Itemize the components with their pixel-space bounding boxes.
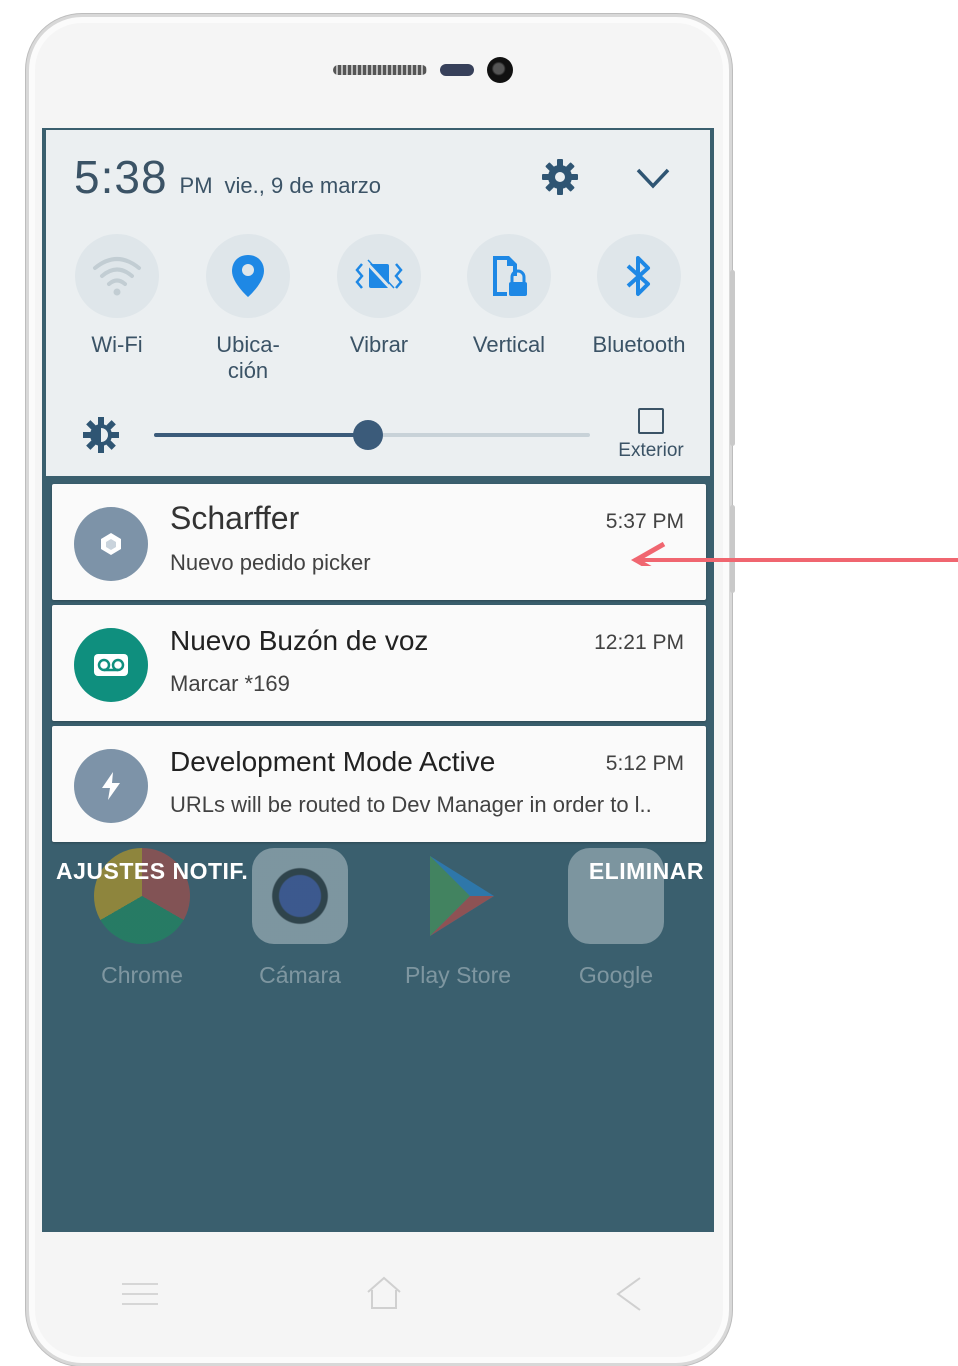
- brightness-row: Exterior: [46, 400, 710, 470]
- brightness-fill: [154, 433, 368, 437]
- voicemail-icon: [94, 654, 128, 676]
- notification-icon: [74, 507, 148, 581]
- notification-title: Scharffer: [170, 500, 300, 536]
- brightness-icon: [83, 417, 119, 453]
- tile-circle: [337, 234, 421, 318]
- annotation-arrow-icon: [630, 541, 958, 566]
- notification-time: 12:21 PM: [594, 631, 684, 654]
- volume-button: [730, 270, 735, 446]
- tile-label: Bluetooth: [592, 332, 686, 357]
- settings-gear-icon[interactable]: [540, 157, 580, 197]
- tile-wifi[interactable]: Wi-Fi: [52, 234, 182, 358]
- status-header: 5:38 PM vie., 9 de marzo: [74, 150, 381, 206]
- app-label: Google: [578, 962, 654, 988]
- clock-time[interactable]: 5:38: [74, 150, 168, 204]
- app-label: Chrome: [101, 962, 183, 988]
- screen: Chrome Cámara Play Store Google 5:38 PM …: [42, 128, 714, 1232]
- notification-title: Development Mode Active: [170, 746, 496, 777]
- notification-actions: AJUSTES NOTIF. ELIMINAR: [42, 858, 714, 898]
- tile-label: Wi-Fi: [91, 332, 143, 357]
- chevron-down-icon[interactable]: [634, 164, 672, 192]
- date-label[interactable]: vie., 9 de marzo: [225, 173, 382, 199]
- navigation-bar: [42, 1234, 714, 1354]
- wifi-icon: [93, 257, 141, 296]
- app-label: Play Store: [404, 962, 512, 988]
- tile-location[interactable]: Ubica- ción: [183, 234, 313, 384]
- notification-scharffer[interactable]: Scharffer 5:37 PM Nuevo pedido picker: [52, 484, 706, 600]
- notification-dev-mode[interactable]: Development Mode Active 5:12 PM URLs wil…: [52, 726, 706, 842]
- tile-circle: [75, 234, 159, 318]
- location-icon: [232, 255, 264, 297]
- auto-brightness-checkbox[interactable]: [638, 408, 664, 434]
- lightning-bolt-icon: [102, 772, 120, 800]
- app-label: Cámara: [259, 962, 341, 988]
- quick-tiles: Wi-Fi Ubica- ción Vibrar Vertical Blueto…: [46, 234, 710, 394]
- tile-label: Vertical: [472, 332, 546, 357]
- earpiece-speaker: [333, 65, 427, 75]
- notification-time: 5:12 PM: [605, 752, 684, 775]
- tile-label: Vibrar: [349, 332, 409, 357]
- notification-text: Nuevo pedido picker: [170, 550, 371, 575]
- app-hexagon-icon: [101, 533, 121, 555]
- clear-all-button[interactable]: ELIMINAR: [589, 858, 704, 885]
- tile-circle: [206, 234, 290, 318]
- front-camera: [487, 57, 513, 83]
- home-icon[interactable]: [362, 1274, 406, 1314]
- brightness-thumb[interactable]: [352, 420, 383, 450]
- tile-rotation[interactable]: Vertical: [444, 234, 574, 358]
- notification-settings-button[interactable]: AJUSTES NOTIF.: [56, 858, 248, 885]
- rotation-lock-icon: [493, 256, 527, 296]
- tile-label: Ubica- ción: [216, 332, 280, 383]
- notification-voicemail[interactable]: Nuevo Buzón de voz 12:21 PM Marcar *169: [52, 605, 706, 721]
- back-icon[interactable]: [608, 1274, 652, 1314]
- notification-icon: [74, 749, 148, 823]
- quick-settings-panel: 5:38 PM vie., 9 de marzo Wi-Fi Ubica- ci…: [46, 130, 710, 476]
- notification-text: URLs will be routed to Dev Manager in or…: [170, 792, 652, 817]
- menu-icon[interactable]: [118, 1274, 162, 1314]
- notification-title: Nuevo Buzón de voz: [170, 625, 429, 656]
- vibrate-icon: [355, 259, 403, 292]
- brightness-slider[interactable]: [154, 420, 590, 450]
- clock-ampm: PM: [179, 173, 213, 198]
- tile-bluetooth[interactable]: Bluetooth: [574, 234, 704, 358]
- tile-circle: [597, 234, 681, 318]
- proximity-sensor: [440, 64, 474, 76]
- bluetooth-icon: [626, 256, 650, 296]
- tile-circle: [467, 234, 551, 318]
- notification-text: Marcar *169: [170, 671, 290, 696]
- notification-icon: [74, 628, 148, 702]
- tile-vibrate[interactable]: Vibrar: [314, 234, 444, 358]
- auto-brightness-label: Exterior: [618, 440, 684, 461]
